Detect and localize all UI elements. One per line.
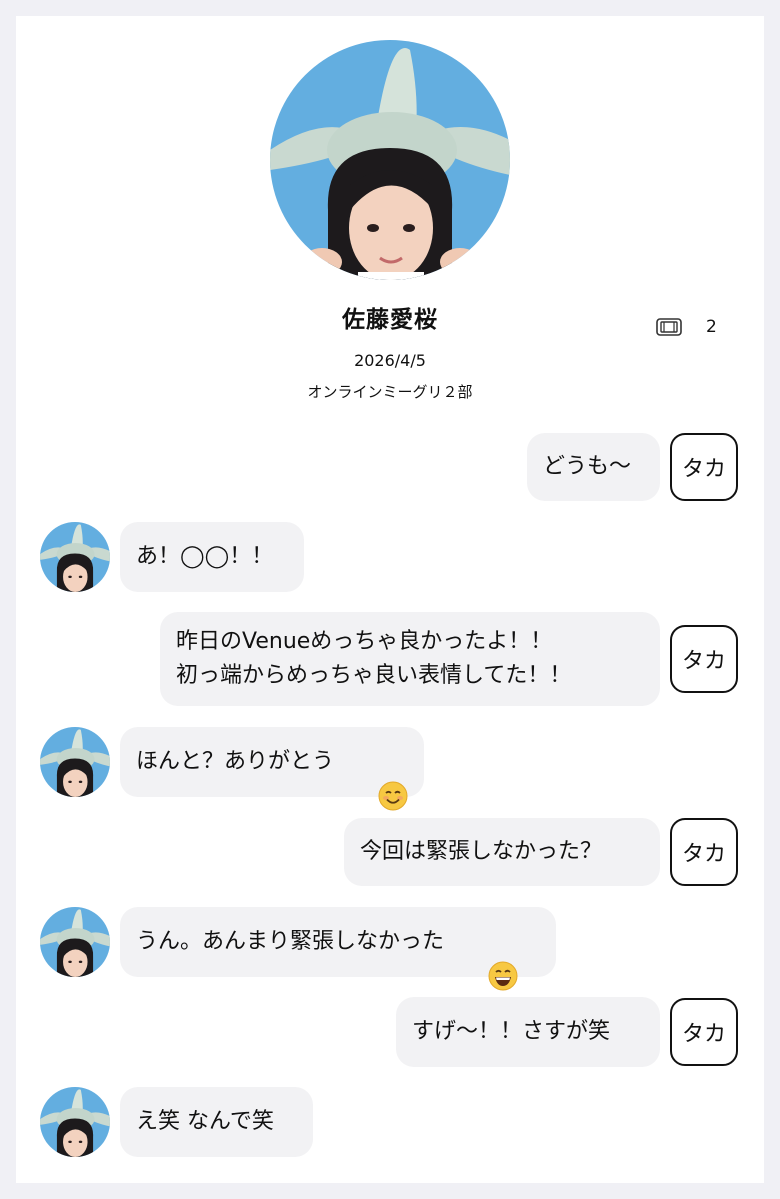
event-date: 2026/4/5 xyxy=(354,351,426,370)
my-name-tag: タカ xyxy=(670,625,738,693)
idol-message-bubble: あ！◯◯！！ xyxy=(120,522,304,592)
idol-message-bubble: うん。あんまり緊張しなかった xyxy=(120,907,556,991)
my-message-bubble: 今回は緊張しなかった？ xyxy=(344,818,660,886)
idol-avatar xyxy=(40,1087,110,1157)
message-text: うん。あんまり緊張しなかった xyxy=(136,929,445,954)
message-text: ほんと？ありがとう xyxy=(136,749,335,774)
my-message-bubble: すげ〜！！さすが笑 xyxy=(396,997,660,1067)
idol-avatar xyxy=(40,907,110,977)
idol-avatar xyxy=(40,522,110,592)
profile-name: 佐藤愛桜 xyxy=(342,307,438,333)
smiling-face-icon xyxy=(336,747,408,811)
idol-message-bubble: ほんと？ありがとう xyxy=(120,727,424,811)
chat-card: 佐藤愛桜 2 2026/4/5 オンラインミーグリ２部 どうも〜 タカ あ！◯◯… xyxy=(16,16,764,1183)
ticket-count: 2 xyxy=(706,317,717,337)
my-name-tag: タカ xyxy=(670,818,738,886)
event-name: オンラインミーグリ２部 xyxy=(307,383,473,401)
idol-avatar xyxy=(40,727,110,797)
ticket-counter: 2 xyxy=(656,316,717,338)
ticket-icon xyxy=(656,317,682,337)
my-name-tag: タカ xyxy=(670,998,738,1066)
my-name-tag: タカ xyxy=(670,433,738,501)
my-message-bubble: 昨日のVenueめっちゃ良かったよ！！ 初っ端からめっちゃ良い表情してた！！ xyxy=(160,612,660,706)
grinning-face-icon xyxy=(446,927,518,991)
profile-avatar xyxy=(270,40,510,280)
my-message-bubble: どうも〜 xyxy=(527,433,660,501)
idol-message-bubble: え笑 なんで笑 xyxy=(120,1087,313,1157)
